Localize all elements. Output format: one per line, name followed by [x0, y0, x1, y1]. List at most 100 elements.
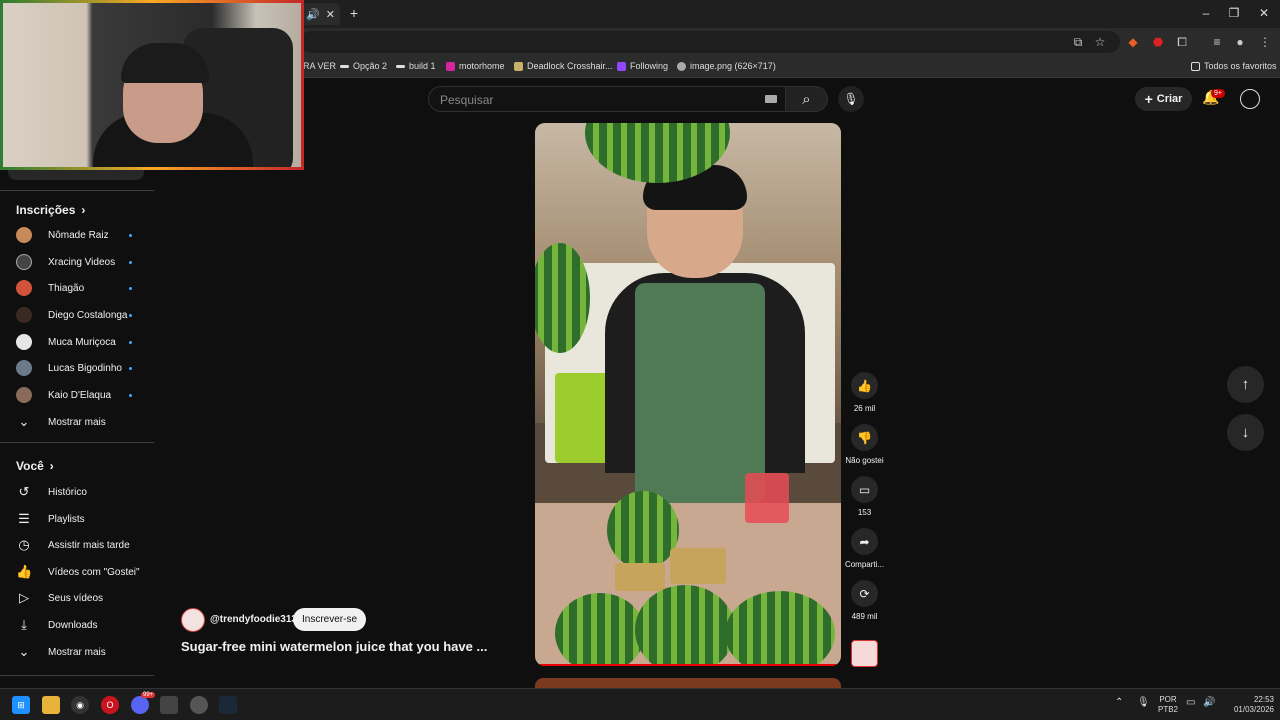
dislike-button[interactable]: 👎 Não gostei — [843, 424, 886, 465]
sound-thumbnail[interactable] — [851, 640, 878, 667]
globe-icon — [677, 61, 686, 71]
remix-button[interactable]: ⟳ 489 mil — [843, 580, 886, 621]
share-icon: ➦ — [851, 528, 878, 555]
extensions-puzzle-icon[interactable]: ⧠ — [1173, 33, 1191, 51]
keyboard-icon[interactable] — [765, 95, 777, 103]
bookmark-item[interactable]: image.png (626×717) — [677, 61, 776, 71]
history-icon: ↺ — [18, 484, 30, 499]
new-content-dot — [129, 260, 132, 264]
channel-avatar — [16, 360, 32, 376]
sidebar-subscription[interactable]: Xracing Videos — [0, 249, 154, 275]
video-juice-cup — [745, 473, 789, 523]
bookmark-star-icon[interactable]: ☆ — [1091, 33, 1109, 51]
chrome-icon[interactable]: ◉ — [71, 696, 89, 714]
close-tab-icon[interactable]: ✕ — [326, 8, 335, 21]
sidebar-subscription[interactable]: Lucas Bigodinho — [0, 355, 154, 381]
app-icon[interactable] — [160, 696, 178, 714]
create-button[interactable]: + Criar — [1135, 87, 1192, 111]
minimize-icon[interactable]: – — [1198, 6, 1214, 20]
sidebar-subscription[interactable]: Thiagão — [0, 275, 154, 301]
arrow-up-icon: ↑ — [1241, 376, 1250, 393]
sidebar-subscription[interactable]: Kaio D'Elaqua — [0, 382, 154, 408]
menu-kebab-icon[interactable]: ⋮ — [1256, 33, 1274, 51]
display-icon[interactable]: ▭ — [1186, 698, 1195, 708]
sidebar-selected-item[interactable] — [8, 170, 144, 180]
media-control-icon[interactable]: ≡ — [1208, 33, 1226, 51]
channel-handle[interactable]: @trendyfoodie313 — [210, 614, 297, 625]
channel-avatar — [16, 227, 32, 243]
sidebar-subscription[interactable]: Diego Costalonga — [0, 302, 154, 328]
profile-icon[interactable]: ● — [1231, 33, 1249, 51]
channel-avatar[interactable] — [181, 608, 205, 632]
tray-chevron-icon[interactable]: ⌃ — [1115, 698, 1123, 708]
you-header[interactable]: Você › — [16, 459, 54, 473]
input-language[interactable]: POR PTB2 — [1155, 695, 1181, 715]
file-explorer-icon[interactable] — [42, 696, 60, 714]
new-content-dot — [129, 393, 132, 397]
volume-icon[interactable]: 🔊 — [1203, 698, 1215, 708]
install-icon[interactable]: ⧉ — [1069, 33, 1087, 51]
address-bar[interactable] — [300, 31, 1120, 53]
sidebar-divider — [0, 190, 154, 191]
sidebar-playlists[interactable]: ☰ Playlists — [0, 506, 154, 532]
next-short-preview[interactable] — [535, 678, 841, 688]
sidebar-your-videos[interactable]: ▷ Seus vídeos — [0, 585, 154, 611]
extension-fox-icon[interactable]: ◆ — [1124, 33, 1142, 51]
bookmark-item[interactable]: motorhome — [446, 61, 505, 71]
speaker-icon[interactable]: 🔊 — [306, 8, 320, 21]
channel-avatar — [16, 254, 32, 270]
clock[interactable]: 22:53 01/03/2026 — [1222, 695, 1274, 715]
sidebar-watch-later[interactable]: ◷ Assistir mais tarde — [0, 532, 154, 558]
app-icon[interactable] — [190, 696, 208, 714]
sidebar-subscription[interactable]: Muca Muriçoca — [0, 329, 154, 355]
short-title[interactable]: Sugar-free mini watermelon juice that yo… — [181, 639, 501, 654]
show-more-you[interactable]: ⌄ Mostrar mais — [0, 639, 154, 665]
sidebar-divider — [0, 675, 154, 676]
voice-search-button[interactable]: 🎙 — [838, 86, 864, 112]
watermelon — [635, 585, 735, 666]
share-button[interactable]: ➦ Comparti... — [843, 528, 886, 569]
video-progress-bar[interactable] — [535, 664, 841, 666]
new-tab-icon[interactable]: + — [346, 5, 362, 21]
windows-start-icon[interactable]: ⊞ — [12, 696, 30, 714]
mic-icon: 🎙 — [843, 92, 859, 106]
all-bookmarks[interactable]: Todos os favoritos — [1191, 61, 1277, 71]
steam-icon[interactable] — [219, 696, 237, 714]
chevron-right-icon: › — [49, 459, 54, 473]
sidebar-history[interactable]: ↺ Histórico — [0, 479, 154, 505]
microphone-icon[interactable]: 🎙 — [1137, 698, 1150, 708]
bookmark-item[interactable]: Opção 2 — [340, 61, 387, 71]
subscriptions-header[interactable]: Inscrições › — [16, 203, 85, 217]
watermelon — [555, 593, 645, 666]
download-icon: ⤓ — [21, 617, 27, 632]
discord-icon[interactable] — [131, 696, 149, 714]
active-tab[interactable]: 🔊 ✕ — [300, 3, 340, 25]
sidebar-liked-videos[interactable]: 👍 Vídeos com "Gostei" — [0, 559, 154, 585]
search-input[interactable]: Pesquisar — [428, 86, 786, 112]
sidebar-subscription[interactable]: Nômade Raiz — [0, 222, 154, 248]
subscribe-button[interactable]: Inscrever-se — [293, 608, 366, 631]
previous-short-button[interactable]: ↑ — [1227, 366, 1264, 403]
show-more-subscriptions[interactable]: ⌄ Mostrar mais — [0, 409, 154, 435]
next-short-button[interactable]: ↓ — [1227, 414, 1264, 451]
close-window-icon[interactable]: ✕ — [1256, 6, 1272, 20]
plus-icon: + — [1144, 91, 1153, 107]
sidebar: Inscrições › Nômade Raiz Xracing Videos T… — [0, 170, 154, 688]
bookmark-item[interactable]: Deadlock Crosshair... — [514, 61, 613, 71]
bookmark-item[interactable]: build 1 — [396, 61, 436, 71]
search-button[interactable]: ⌕ — [786, 86, 828, 112]
sidebar-downloads[interactable]: ⤓ Downloads — [0, 612, 154, 638]
short-video-player[interactable] — [535, 123, 841, 666]
restore-icon[interactable]: ❐ — [1226, 6, 1242, 20]
opera-icon[interactable]: O — [101, 696, 119, 714]
comments-button[interactable]: ▭ 153 — [843, 476, 886, 517]
bookmark-item[interactable]: Following — [617, 61, 668, 71]
bookmark-item[interactable]: RA VER — [303, 61, 336, 71]
video-cup — [615, 563, 665, 591]
channel-avatar — [16, 334, 32, 350]
account-avatar[interactable] — [1240, 89, 1260, 109]
new-content-dot — [129, 313, 132, 317]
like-button[interactable]: 👍 26 mil — [843, 372, 886, 413]
adblock-icon[interactable]: ⬣ — [1149, 33, 1167, 51]
playlist-icon: ☰ — [18, 511, 30, 526]
